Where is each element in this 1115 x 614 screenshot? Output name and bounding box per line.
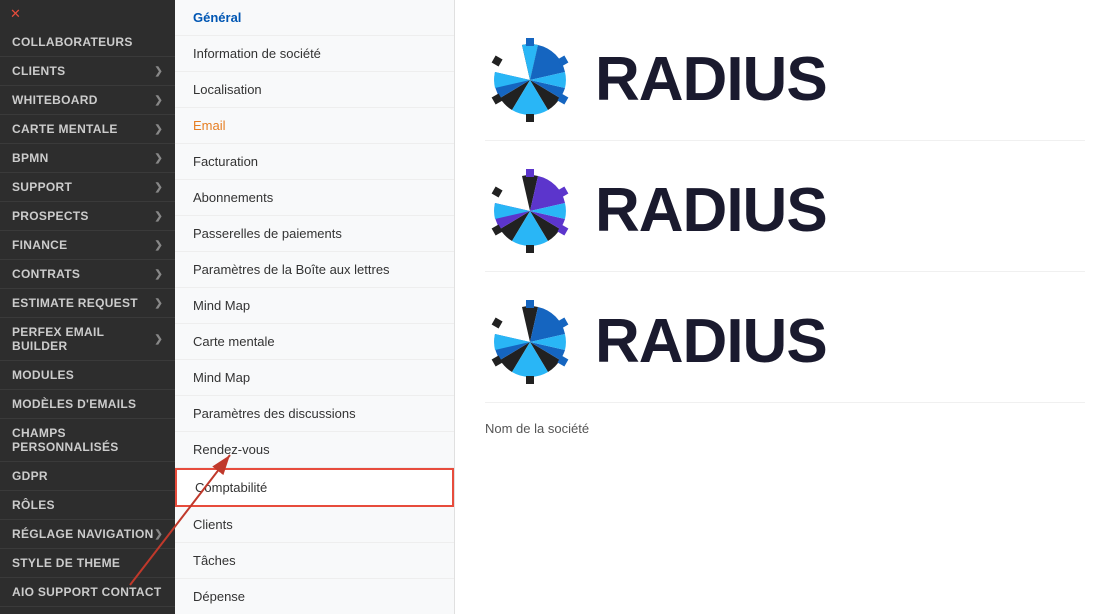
sidebar-item-label: ESTIMATE REQUEST [12, 296, 138, 310]
sidebar-item-label: CHAMPS PERSONNALISÉS [12, 426, 163, 454]
menu-item-abonnements[interactable]: Abonnements [175, 180, 454, 216]
logo-text-2: RADIUS [595, 180, 827, 242]
menu-item-rendez-vous[interactable]: Rendez-vous [175, 432, 454, 468]
sidebar-item-label: PROSPECTS [12, 209, 89, 223]
sidebar-item-contrats[interactable]: CONTRATS ❯ [0, 260, 175, 289]
menu-item-taches[interactable]: Tâches [175, 543, 454, 579]
menu-item-email[interactable]: Email [175, 108, 454, 144]
menu-item-parametres-boite-lettres[interactable]: Paramètres de la Boîte aux lettres [175, 252, 454, 288]
sidebar-item-label: RÔLES [12, 498, 55, 512]
logo-icon-2 [485, 166, 575, 256]
chevron-right-icon: ❯ [154, 269, 163, 280]
chevron-right-icon: ❯ [154, 529, 163, 540]
sidebar-item-perfex-email-builder[interactable]: PERFEX EMAIL BUILDER ❯ [0, 318, 175, 361]
sidebar-item-label: CARTE MENTALE [12, 122, 118, 136]
sidebar-item-label: STYLE DE THEME [12, 556, 120, 570]
sidebar-item-prospects[interactable]: PROSPECTS ❯ [0, 202, 175, 231]
sidebar-item-label: MODULES [12, 368, 74, 382]
sidebar-item-label: GDPR [12, 469, 48, 483]
menu-item-parametres-discussions[interactable]: Paramètres des discussions [175, 396, 454, 432]
sidebar-item-whiteboard[interactable]: WHITEBOARD ❯ [0, 86, 175, 115]
sidebar-item-modules[interactable]: MODULES [0, 361, 175, 390]
menu-item-mind-map-2[interactable]: Mind Map [175, 360, 454, 396]
sidebar-item-label: PERFEX EMAIL BUILDER [12, 325, 154, 353]
menu-item-general[interactable]: Général [175, 0, 454, 36]
menu-item-comptabilite[interactable]: Comptabilité [175, 468, 454, 507]
chevron-right-icon: ❯ [154, 334, 163, 345]
sidebar-item-estimate-request[interactable]: ESTIMATE REQUEST ❯ [0, 289, 175, 318]
sidebar-item-carte-mentale[interactable]: CARTE MENTALE ❯ [0, 115, 175, 144]
sidebar-item-support[interactable]: SUPPORT ❯ [0, 173, 175, 202]
sidebar-item-label: BPMN [12, 151, 49, 165]
sidebar-item-style-de-theme[interactable]: STYLE DE THEME [0, 549, 175, 578]
sidebar-item-label: MODÈLES D'EMAILS [12, 397, 136, 411]
main-content: RADIUS RADIUS [455, 0, 1115, 614]
sidebar-item-bpmn[interactable]: BPMN ❯ [0, 144, 175, 173]
logo-text-3: RADIUS [595, 311, 827, 373]
menu-item-information-societe[interactable]: Information de société [175, 36, 454, 72]
company-name-label: Nom de la société [485, 421, 1085, 436]
close-button[interactable]: ✕ [0, 0, 175, 28]
sidebar-item-label: FINANCE [12, 238, 67, 252]
menu-item-localisation[interactable]: Localisation [175, 72, 454, 108]
settings-menu: Général Information de société Localisat… [175, 0, 455, 614]
sidebar-item-label: WHITEBOARD [12, 93, 98, 107]
sidebar-item-label: CONTRATS [12, 267, 80, 281]
chevron-right-icon: ❯ [154, 124, 163, 135]
menu-item-passerelles-paiements[interactable]: Passerelles de paiements [175, 216, 454, 252]
chevron-right-icon: ❯ [154, 66, 163, 77]
sidebar-item-label: RÉGLAGE NAVIGATION [12, 527, 154, 541]
sidebar-item-finance[interactable]: FINANCE ❯ [0, 231, 175, 260]
sidebar-item-collaborateurs[interactable]: COLLABORATEURS [0, 28, 175, 57]
sidebar-item-modeles-emails[interactable]: MODÈLES D'EMAILS [0, 390, 175, 419]
sidebar: ✕ COLLABORATEURS CLIENTS ❯ WHITEBOARD ❯ … [0, 0, 175, 614]
sidebar-item-label: SUPPORT [12, 180, 72, 194]
sidebar-item-label: AIO SUPPORT CONTACT [12, 585, 161, 599]
logo-row-2: RADIUS [485, 151, 1085, 272]
sidebar-item-reglage-navigation[interactable]: RÉGLAGE NAVIGATION ❯ [0, 520, 175, 549]
menu-item-depense[interactable]: Dépense [175, 579, 454, 614]
sidebar-item-gdpr[interactable]: GDPR [0, 462, 175, 491]
chevron-right-icon: ❯ [154, 153, 163, 164]
menu-item-carte-mentale[interactable]: Carte mentale [175, 324, 454, 360]
sidebar-item-clients[interactable]: CLIENTS ❯ [0, 57, 175, 86]
menu-item-facturation[interactable]: Facturation [175, 144, 454, 180]
sidebar-item-roles[interactable]: RÔLES [0, 491, 175, 520]
logo-row-1: RADIUS [485, 20, 1085, 141]
sidebar-item-aio-support-contact[interactable]: AIO SUPPORT CONTACT [0, 578, 175, 607]
menu-item-mind-map-1[interactable]: Mind Map [175, 288, 454, 324]
logo-row-3: RADIUS [485, 282, 1085, 403]
chevron-right-icon: ❯ [154, 240, 163, 251]
sidebar-item-champs-personnalises[interactable]: CHAMPS PERSONNALISÉS [0, 419, 175, 462]
menu-item-clients[interactable]: Clients [175, 507, 454, 543]
chevron-right-icon: ❯ [154, 298, 163, 309]
chevron-right-icon: ❯ [154, 211, 163, 222]
logo-icon-1 [485, 35, 575, 125]
sidebar-item-label: CLIENTS [12, 64, 65, 78]
chevron-right-icon: ❯ [154, 95, 163, 106]
logo-icon-3 [485, 297, 575, 387]
sidebar-item-societes[interactable]: SOCIÉTÉS [0, 607, 175, 614]
chevron-right-icon: ❯ [154, 182, 163, 193]
logo-text-1: RADIUS [595, 49, 827, 111]
sidebar-item-label: COLLABORATEURS [12, 35, 133, 49]
